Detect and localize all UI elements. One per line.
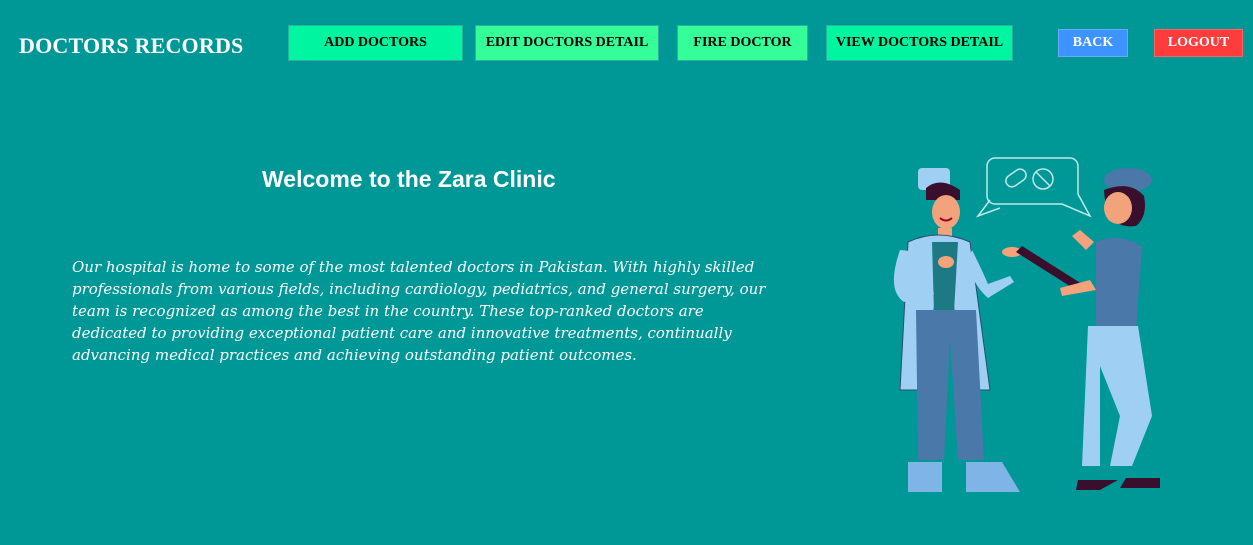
view-doctors-detail-button[interactable]: VIEW DOCTORS DETAIL xyxy=(826,25,1013,61)
fire-doctor-button[interactable]: FIRE DOCTOR xyxy=(677,25,808,61)
doctor-figure xyxy=(893,168,1022,492)
logout-button[interactable]: LOGOUT xyxy=(1154,29,1243,57)
edit-doctors-detail-button[interactable]: EDIT DOCTORS DETAIL xyxy=(475,25,659,61)
welcome-heading: Welcome to the Zara Clinic xyxy=(262,166,556,192)
nurse-figure xyxy=(1016,168,1160,490)
doctors-illustration xyxy=(893,157,1160,492)
app-title: DOCTORS RECORDS xyxy=(19,33,244,58)
speech-bubble-icon xyxy=(975,157,1092,218)
intro-paragraph: Our hospital is home to some of the most… xyxy=(72,258,766,364)
add-doctors-button[interactable]: ADD DOCTORS xyxy=(288,25,463,61)
back-button[interactable]: BACK xyxy=(1058,29,1128,57)
